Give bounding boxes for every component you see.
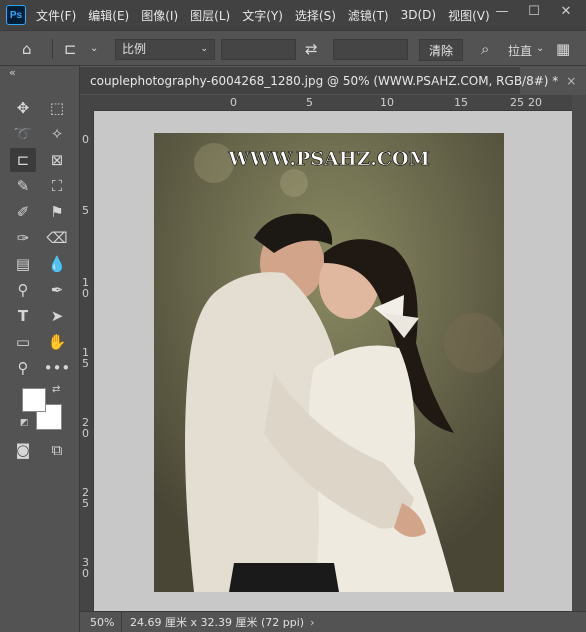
ruler-v-label: 30 — [82, 556, 89, 580]
options-divider — [52, 39, 53, 59]
menu-select[interactable]: 选择(S) — [295, 7, 336, 24]
screen-mode-icon[interactable]: ⧉ — [44, 438, 70, 462]
menu-view[interactable]: 视图(V) — [448, 7, 490, 24]
search-icon[interactable]: ⌕ — [481, 40, 489, 58]
height-field[interactable] — [333, 39, 408, 60]
menu-type[interactable]: 文字(Y) — [242, 7, 283, 24]
watermark-text: WWW.PSAHZ.COM — [227, 148, 429, 170]
path-selection-tool-icon[interactable]: ➤ — [44, 304, 70, 328]
zoom-level: 50% — [90, 615, 115, 629]
brush-tool-icon[interactable]: ✐ — [10, 200, 36, 224]
swap-icon[interactable]: ⇄ — [305, 40, 318, 58]
menu-3d[interactable]: 3D(D) — [401, 8, 436, 22]
ruler-v-label: 10 — [82, 276, 89, 300]
move-tool-icon[interactable]: ✥ — [10, 96, 36, 120]
ruler-h-label: 0 — [230, 96, 237, 109]
status-menu-arrow-icon[interactable]: › — [310, 616, 314, 629]
straighten-button[interactable]: 拉直 — [508, 42, 532, 59]
minimize-button[interactable]: — — [486, 0, 518, 22]
document-info: 24.69 厘米 x 32.39 厘米 (72 ppi) — [130, 616, 305, 629]
ruler-v-label: 25 — [82, 486, 89, 510]
ruler-origin[interactable] — [80, 95, 94, 111]
tools-panel: « ✥ ⬚ ➰ ✧ ⊏ ⊠ ✎ ⛶ ✐ ⚑ ✑ ⌫ ▤ 💧 ⚲ ✒ T ➤ ▭ … — [0, 66, 80, 632]
vertical-scrollbar[interactable] — [572, 95, 586, 611]
menu-edit[interactable]: 编辑(E) — [88, 7, 129, 24]
options-bar: ⌂ ⊏ ⌄ 比例 ⌄ ⇄ 清除 ⌕ 拉直 ⌄ ▦ — [0, 30, 586, 66]
document-tab-title: couplephotography-6004268_1280.jpg @ 50%… — [90, 73, 559, 88]
ruler-h-label: 10 — [380, 96, 394, 109]
healing-brush-tool-icon[interactable]: ⛶ — [44, 174, 70, 198]
swap-colors-icon[interactable]: ⇄ — [52, 384, 60, 395]
menu-filter[interactable]: 滤镜(T) — [348, 7, 389, 24]
close-window-button[interactable]: ✕ — [550, 0, 582, 22]
dodge-tool-icon[interactable]: ⚲ — [10, 278, 36, 302]
more-tools-icon[interactable]: ••• — [44, 356, 71, 380]
ruler-h-label: 25 — [510, 96, 524, 109]
grid-overlay-icon[interactable]: ▦ — [556, 40, 570, 58]
ruler-v-label: 5 — [82, 204, 89, 217]
status-bar: 50% 24.69 厘米 x 32.39 厘米 (72 ppi) › — [80, 611, 586, 632]
chevron-down-icon[interactable]: ⌄ — [90, 43, 98, 54]
foreground-color-swatch[interactable] — [22, 388, 46, 412]
ruler-v-label: 20 — [82, 416, 89, 440]
ruler-v-label: 15 — [82, 346, 89, 370]
chevron-down-icon: ⌄ — [200, 44, 208, 54]
magic-wand-tool-icon[interactable]: ✧ — [44, 122, 70, 146]
zoom-tool-icon[interactable]: ⚲ — [10, 356, 36, 380]
eraser-tool-icon[interactable]: ⌫ — [44, 226, 70, 250]
ruler-v-label: 0 — [82, 133, 89, 146]
frame-tool-icon[interactable]: ⊠ — [44, 148, 70, 172]
canvas-pasteboard[interactable]: WWW.PSAHZ.COM — [94, 111, 572, 611]
menu-file[interactable]: 文件(F) — [36, 7, 76, 24]
type-tool-icon[interactable]: T — [10, 304, 36, 328]
vertical-ruler[interactable]: 0 5 10 15 20 25 30 — [80, 111, 94, 611]
home-icon[interactable]: ⌂ — [22, 40, 32, 58]
stamp-tool-icon[interactable]: ⚑ — [44, 200, 70, 224]
ruler-h-label: 15 — [454, 96, 468, 109]
ratio-select-label: 比例 — [122, 42, 147, 56]
crop-icon[interactable]: ⊏ — [64, 40, 77, 58]
blur-tool-icon[interactable]: 💧 — [44, 252, 70, 276]
close-tab-icon[interactable]: × — [566, 74, 576, 88]
marquee-tool-icon[interactable]: ⬚ — [44, 96, 70, 120]
menu-image[interactable]: 图像(I) — [141, 7, 178, 24]
gradient-tool-icon[interactable]: ▤ — [10, 252, 36, 276]
menu-layer[interactable]: 图层(L) — [190, 7, 230, 24]
width-field[interactable] — [221, 39, 296, 60]
maximize-button[interactable]: ☐ — [518, 0, 550, 22]
quick-mask-icon[interactable]: ◙ — [10, 438, 36, 462]
document-tab[interactable]: couplephotography-6004268_1280.jpg @ 50%… — [80, 66, 576, 94]
chevron-down-icon[interactable]: ⌄ — [536, 43, 544, 54]
default-colors-icon[interactable]: ◩ — [20, 418, 29, 428]
ruler-h-label: 20 — [528, 96, 542, 109]
rectangle-tool-icon[interactable]: ▭ — [10, 330, 36, 354]
zoom-level-field[interactable]: 50% — [80, 612, 122, 632]
hand-tool-icon[interactable]: ✋ — [44, 330, 70, 354]
lasso-tool-icon[interactable]: ➰ — [10, 122, 36, 146]
collapse-panel-icon[interactable]: « — [9, 66, 16, 79]
horizontal-ruler[interactable]: 0 5 10 15 20 25 — [94, 95, 572, 111]
ratio-select[interactable]: 比例 ⌄ — [115, 39, 215, 60]
clear-button[interactable]: 清除 — [419, 39, 463, 61]
eyedropper-tool-icon[interactable]: ✎ — [10, 174, 36, 198]
history-brush-tool-icon[interactable]: ✑ — [10, 226, 36, 250]
photoshop-logo-icon[interactable]: Ps — [6, 5, 26, 25]
pen-tool-icon[interactable]: ✒ — [44, 278, 70, 302]
document-image[interactable]: WWW.PSAHZ.COM — [154, 133, 504, 592]
crop-tool-icon[interactable]: ⊏ — [10, 148, 36, 172]
menu-bar: Ps 文件(F) 编辑(E) 图像(I) 图层(L) 文字(Y) 选择(S) 滤… — [0, 0, 586, 30]
couple-photo-illustration: WWW.PSAHZ.COM — [154, 133, 504, 592]
ruler-h-label: 5 — [306, 96, 313, 109]
